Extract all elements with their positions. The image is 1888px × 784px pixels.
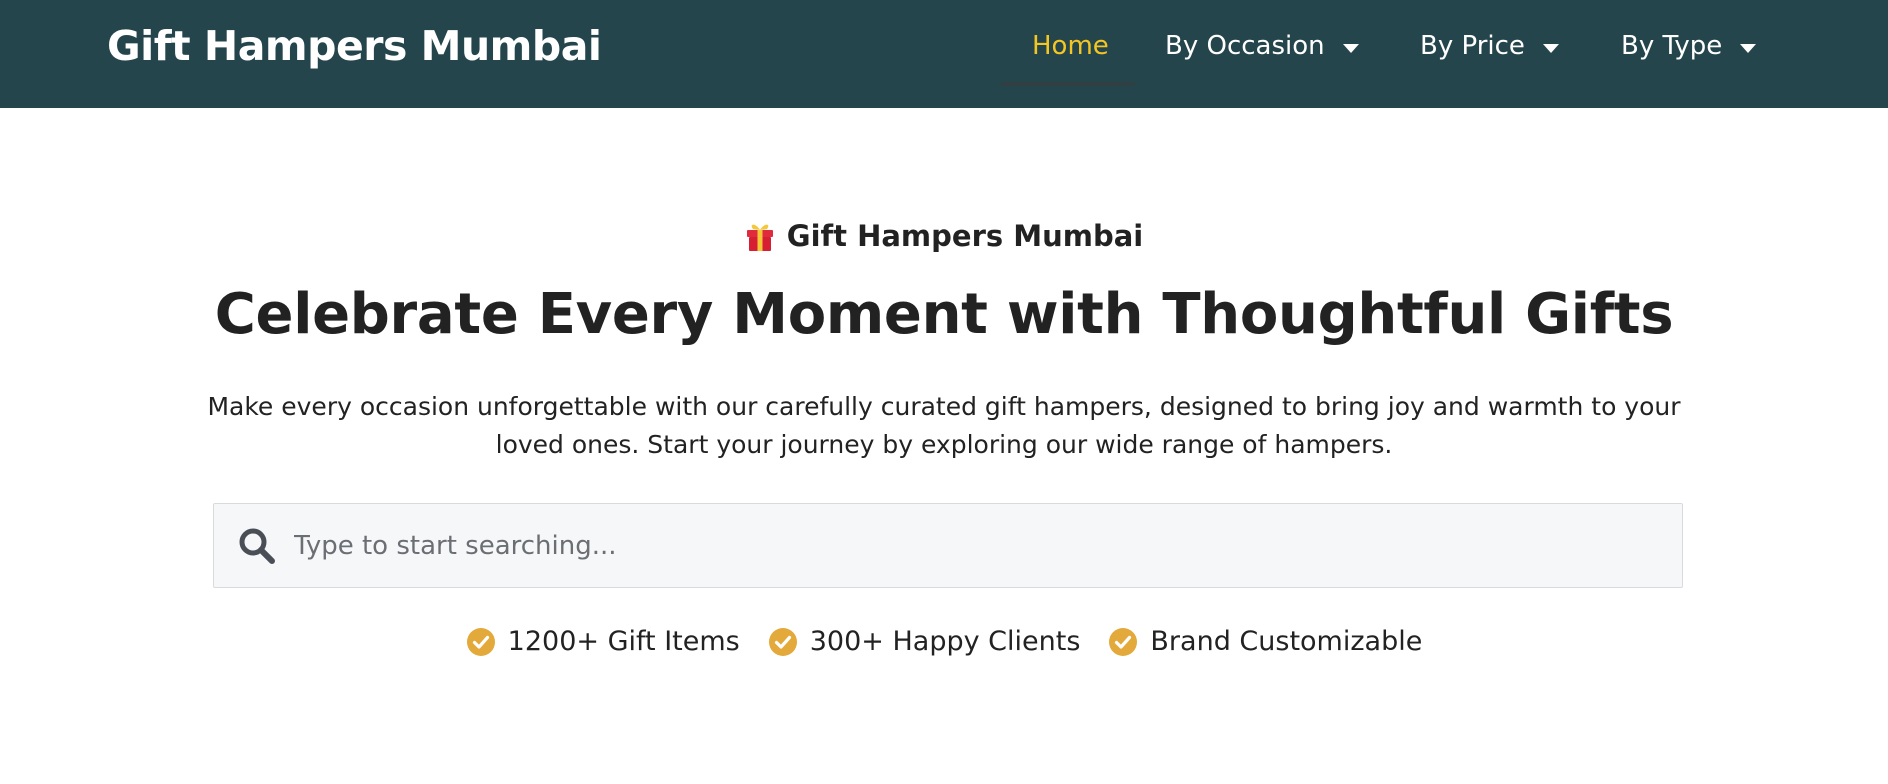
nav-by-type[interactable]: By Type [1621,31,1757,61]
search-input[interactable] [294,515,1682,576]
feature-item: Brand Customizable [1108,626,1422,657]
check-circle-icon [1109,627,1138,656]
site-logo-text[interactable]: Gift Hampers Mumbai [107,22,602,70]
nav-by-type-label: By Type [1621,31,1723,61]
nav-by-occasion[interactable]: By Occasion [1165,31,1359,61]
site-header: Gift Hampers Mumbai Home By Occasion By … [0,0,1888,108]
nav-by-occasion-label: By Occasion [1165,31,1325,61]
feature-item: 300+ Happy Clients [768,626,1081,657]
hero-eyebrow-text: Gift Hampers Mumbai [786,219,1144,253]
hero-subtitle: Make every occasion unforgettable with o… [207,392,1681,459]
feature-item: 1200+ Gift Items [466,626,740,657]
feature-list: 1200+ Gift Items 300+ Happy Clients Bran… [0,626,1888,657]
nav-by-price-label: By Price [1420,31,1525,61]
search-icon [239,528,275,564]
nav-home-label: Home [1032,31,1109,61]
check-circle-icon [466,627,495,656]
caret-down-icon [1542,43,1559,53]
feature-label: 1200+ Gift Items [507,626,740,657]
feature-label: 300+ Happy Clients [809,626,1081,657]
caret-down-icon [1740,43,1757,53]
feature-label: Brand Customizable [1150,626,1423,657]
gift-icon [746,224,773,251]
nav-home[interactable]: Home [1032,31,1109,61]
nav-active-indicator [1001,82,1135,86]
check-circle-icon [768,627,797,656]
hero-title: Celebrate Every Moment with Thoughtful G… [214,282,1674,347]
caret-down-icon [1342,43,1359,53]
search-bar[interactable] [213,503,1683,588]
hero-eyebrow: Gift Hampers Mumbai [0,219,1888,253]
nav-by-price[interactable]: By Price [1420,31,1559,61]
